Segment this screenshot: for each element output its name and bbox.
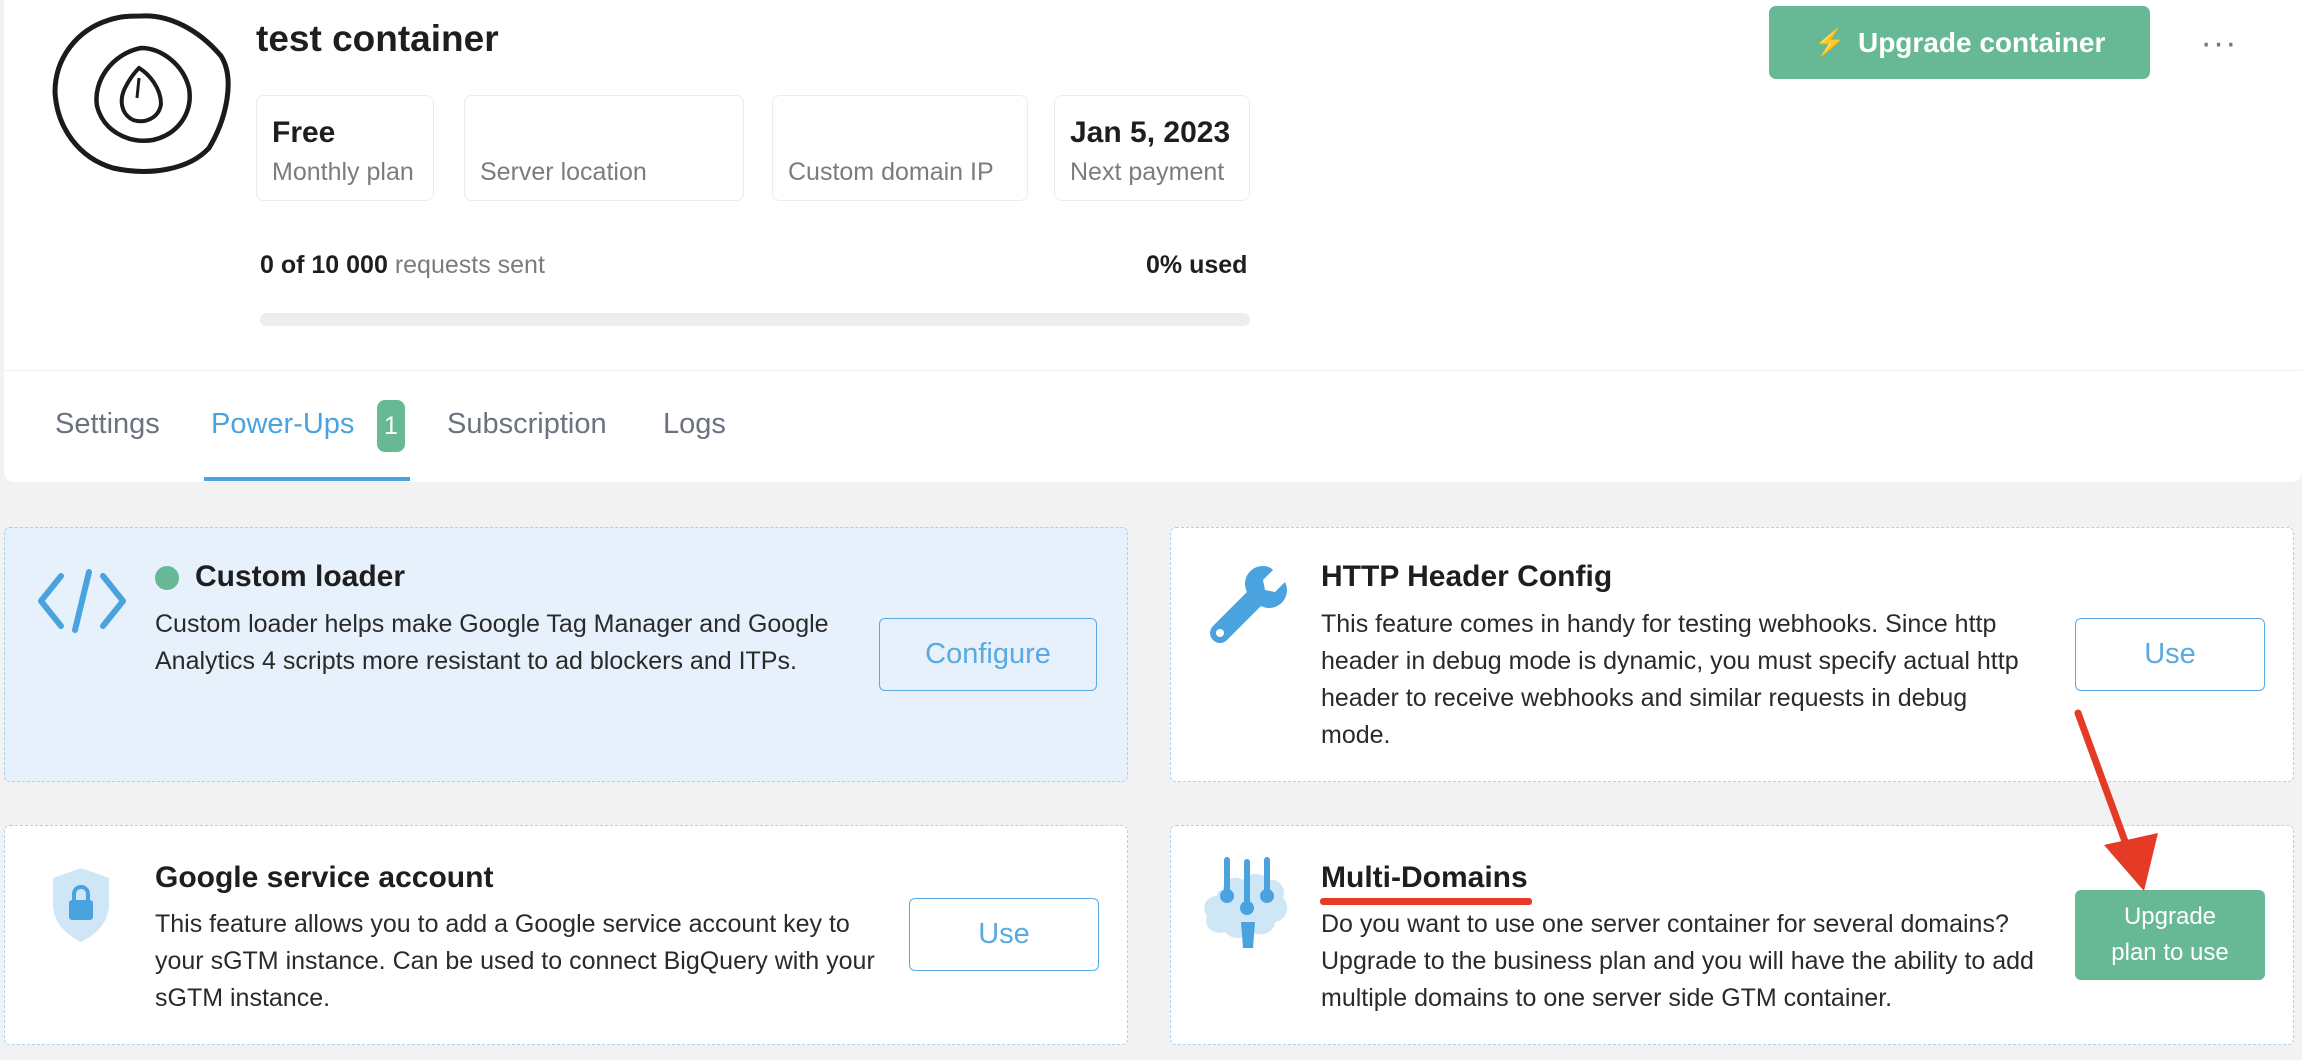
info-custom-domain-ip: Custom domain IP <box>772 95 1028 201</box>
wrench-icon <box>1210 566 1287 643</box>
more-dots-icon: ··· <box>2200 23 2238 62</box>
info-value: Free <box>272 116 336 149</box>
lightning-icon: ⚡ <box>1813 27 1846 57</box>
info-monthly-plan: Free Monthly plan <box>256 95 434 201</box>
info-value <box>788 114 1012 152</box>
info-next-payment: Jan 5, 2023 Next payment <box>1054 95 1250 201</box>
container-header-card: test container Free Monthly plan Server … <box>4 0 2302 482</box>
powerup-card-custom-loader: Custom loader Custom loader helps make G… <box>4 527 1128 782</box>
upgrade-plan-label-line1: Upgrade <box>2123 903 2217 930</box>
tab-power-ups[interactable]: Power-Ups <box>211 408 354 441</box>
upgrade-container-button[interactable]: ⚡ Upgrade container <box>1769 6 2150 79</box>
powerup-description: This feature comes in handy for testing … <box>1321 610 2019 749</box>
use-button[interactable]: Use <box>909 898 1099 971</box>
powerup-description: This feature allows you to add a Google … <box>155 910 875 1012</box>
container-logo-icon <box>52 13 231 174</box>
requests-suffix: requests sent <box>394 251 545 279</box>
configure-button[interactable]: Configure <box>879 618 1097 691</box>
powerup-title: HTTP Header Config <box>1321 560 1613 593</box>
powerup-title: Multi-Domains <box>1321 861 1528 894</box>
requests-usage-text: 0 of 10 000 requests sent <box>260 251 545 280</box>
powerup-card-google-service-account: Google service account This feature allo… <box>4 825 1128 1045</box>
annotation-arrow-icon <box>2074 709 2158 891</box>
upgrade-container-label: Upgrade container <box>1857 26 2106 58</box>
more-options-button[interactable]: ··· <box>2194 18 2244 68</box>
info-label: Next payment <box>1070 158 1225 186</box>
code-icon <box>38 569 126 633</box>
info-label: Server location <box>480 158 647 186</box>
info-value <box>480 114 728 152</box>
tab-subscription[interactable]: Subscription <box>447 408 607 441</box>
info-label: Custom domain IP <box>788 158 994 186</box>
usage-percent: 0% used <box>1146 251 1248 279</box>
annotation-underline <box>1320 898 1532 905</box>
use-button[interactable]: Use <box>2075 618 2265 691</box>
tab-logs[interactable]: Logs <box>663 408 726 441</box>
tab-settings[interactable]: Settings <box>55 408 160 441</box>
enabled-status-dot <box>155 566 179 590</box>
powerup-description: Custom loader helps make Google Tag Mana… <box>155 610 829 675</box>
info-server-location: Server location <box>464 95 744 201</box>
requests-progress-bar <box>260 313 1250 326</box>
info-label: Monthly plan <box>272 158 414 186</box>
shield-lock-icon <box>53 868 109 942</box>
info-value: Jan 5, 2023 <box>1070 116 1231 149</box>
brain-network-icon <box>1204 857 1288 948</box>
requests-count: 0 of 10 000 <box>260 251 388 279</box>
upgrade-plan-label-line2: plan to use <box>2111 939 2229 966</box>
powerup-title: Google service account <box>155 861 494 894</box>
header-divider <box>4 370 2302 371</box>
upgrade-plan-button[interactable]: Upgrade plan to use <box>2075 890 2265 980</box>
active-tab-indicator <box>204 477 410 481</box>
power-ups-count-badge: 1 <box>377 400 405 452</box>
powerup-title: Custom loader <box>195 560 406 593</box>
container-title: test container <box>256 18 499 59</box>
powerup-description: Do you want to use one server container … <box>1321 910 2034 1012</box>
